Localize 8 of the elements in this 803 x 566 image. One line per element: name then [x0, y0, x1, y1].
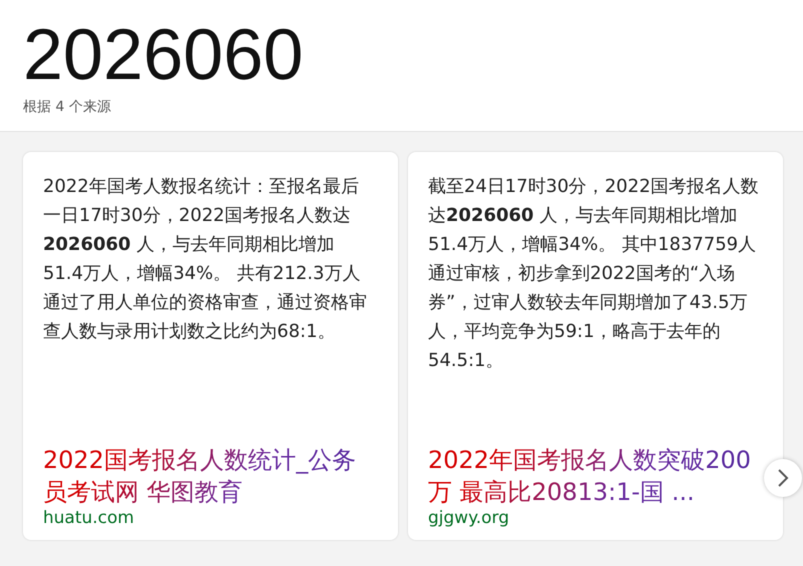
source-url: huatu.com [43, 508, 136, 528]
next-button[interactable] [764, 459, 802, 497]
source-url: gjgwy.org [428, 508, 510, 528]
answer-snippet: 2022年国考人数报名统计：至报名最后一日17时30分，2022国考报名人数达2026060 人，与去年同期相比增加51.4万人，增幅34%。 共有212.3万人通过了用人单位的资格审查，通过资格审查人数与录用计划数之比约为68:1。 [43, 175, 368, 344]
source-count: 根据 4 个来源 [23, 98, 112, 116]
answer-value: 2026060 [23, 14, 304, 96]
answer-snippet: 截至24日17时30分，2022国考报名人数达2026060 人，与去年同期相比增加51.4万人，增幅34%。 其中1837759人通过审核，初步拿到2022国考的“入场券”，过审人数较去年同期增加了43.5万人，平均竞争为59:1，略高于去年的54.5:1。 [428, 175, 760, 373]
chevron-right-icon [777, 468, 789, 488]
